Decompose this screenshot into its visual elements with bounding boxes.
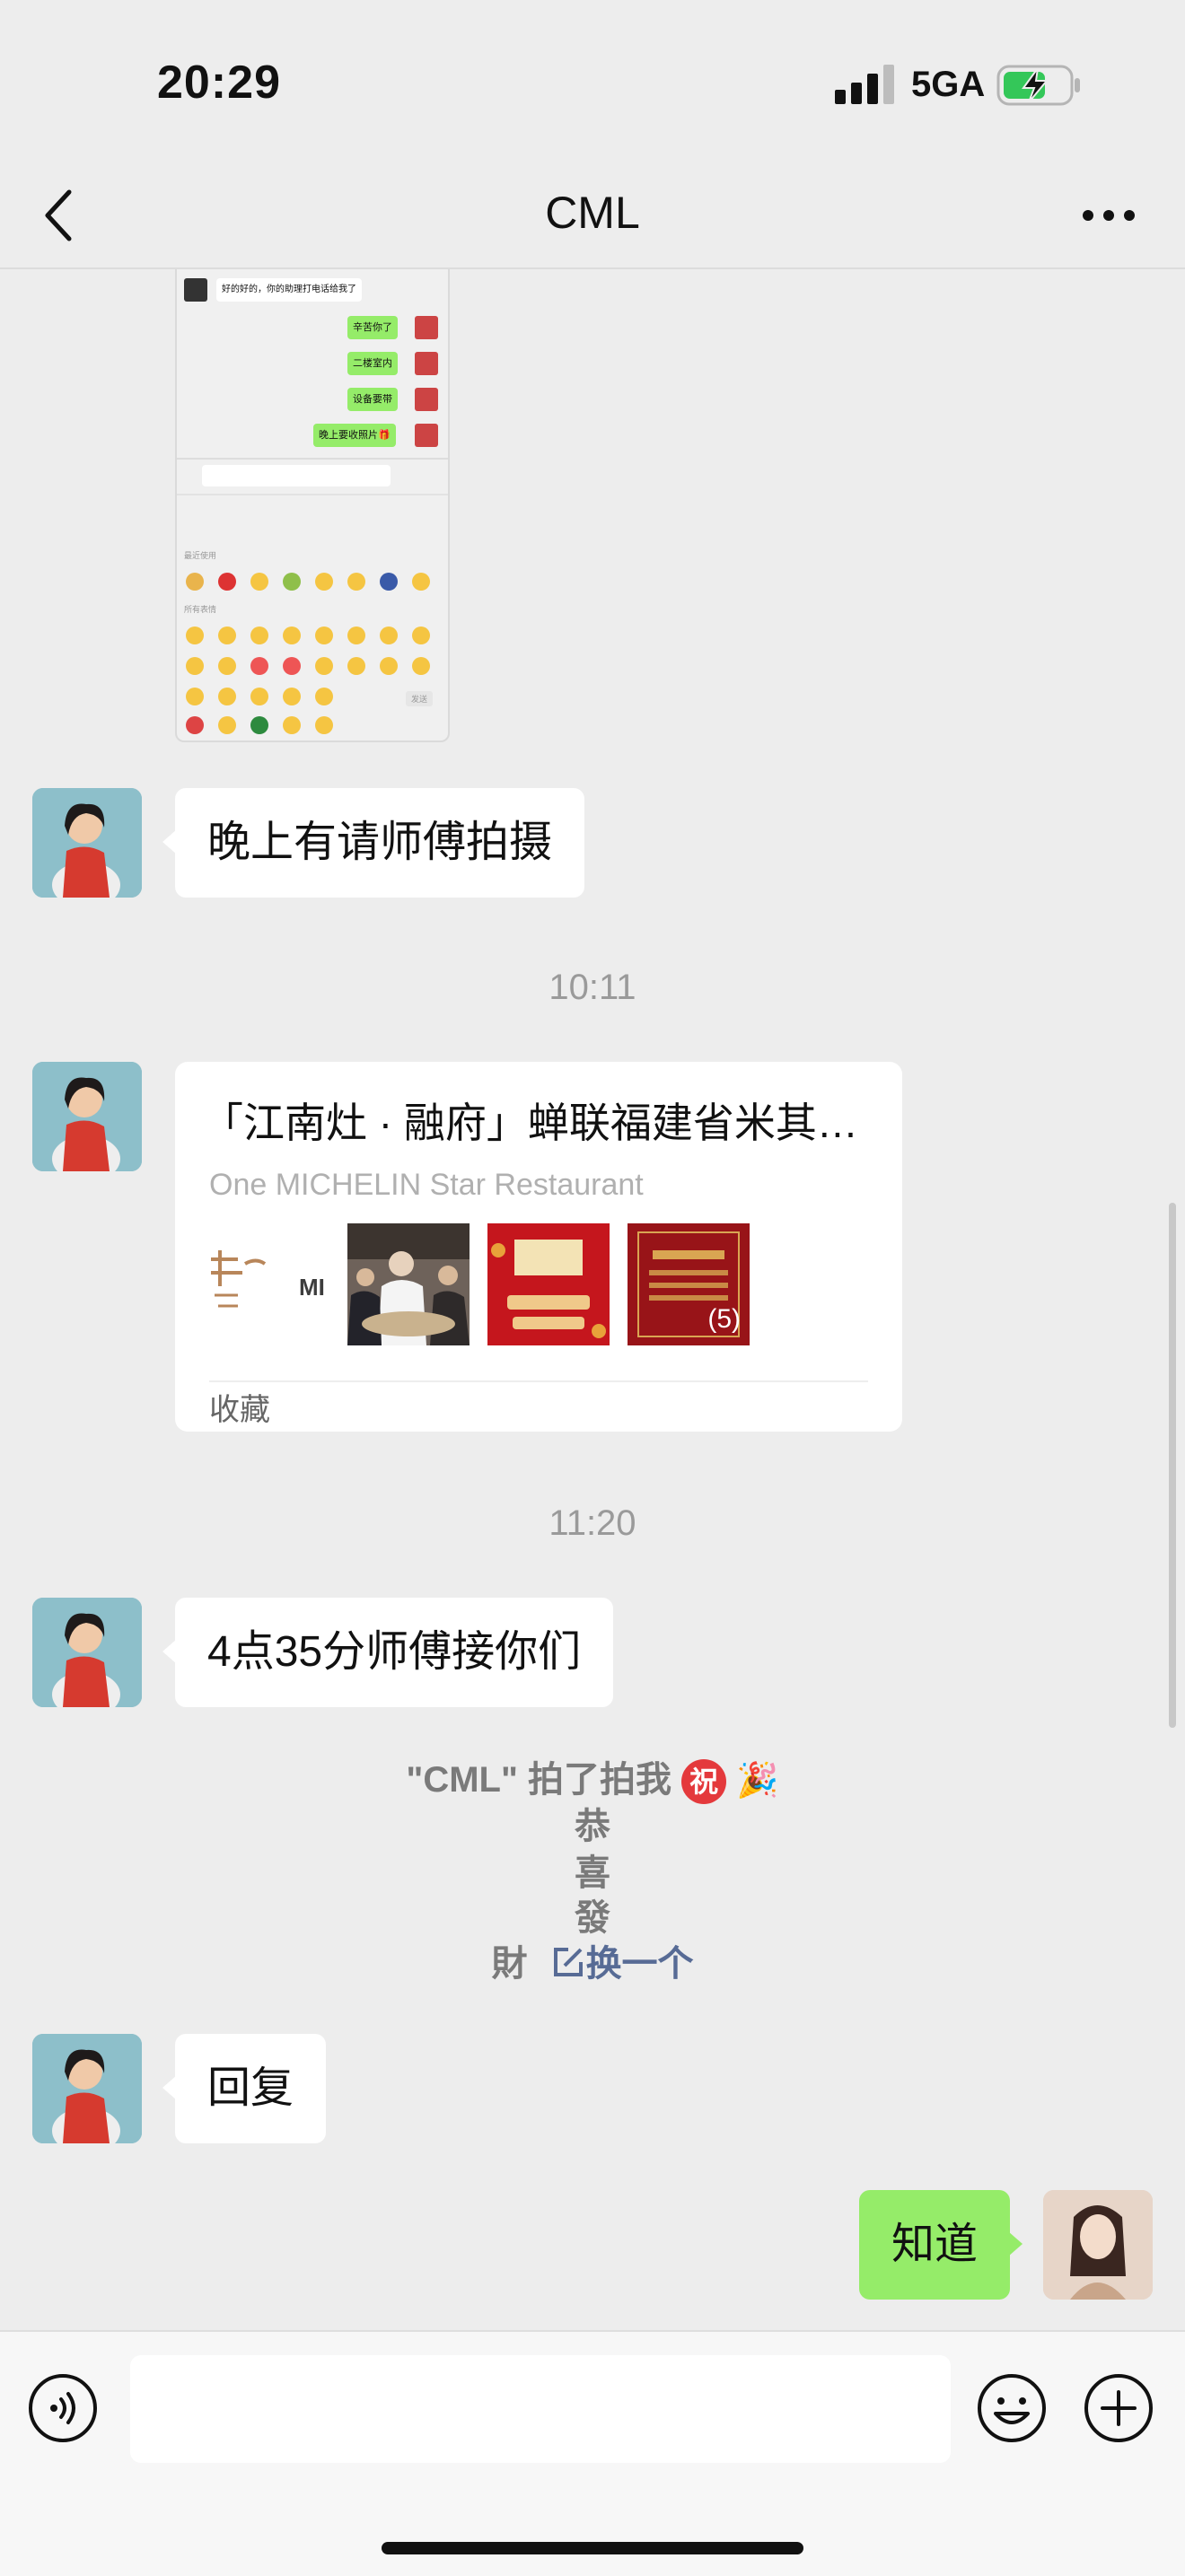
contact-avatar[interactable] — [32, 788, 142, 898]
avatar-portrait — [1043, 2190, 1153, 2300]
card-subtitle: One MICHELIN Star Restaurant — [209, 1168, 644, 1202]
mini-message: 辛苦你了 — [347, 316, 398, 339]
mini-recent-label: 最近使用 — [184, 551, 217, 560]
change-pat-link[interactable]: 换一个 — [550, 1944, 694, 1984]
change-pat-label: 换一个 — [585, 1944, 694, 1984]
card-thumbnail-poster — [487, 1223, 610, 1345]
more-options-icon[interactable] — [1077, 197, 1140, 233]
emoji-icon[interactable] — [976, 2372, 1048, 2444]
card-thumbnail-menu: (5) — [628, 1223, 750, 1345]
message-input[interactable] — [130, 2355, 951, 2463]
mini-divider — [177, 458, 448, 460]
timestamp: 10:11 — [549, 968, 636, 1007]
pat-line: 發 — [575, 1898, 610, 1938]
pat-line: 恭 — [575, 1807, 610, 1846]
mini-avatar — [415, 424, 438, 447]
signal-icon — [835, 65, 894, 104]
mini-avatar — [415, 316, 438, 339]
pat-text: "CML" 拍了拍我 — [406, 1760, 672, 1800]
mini-divider — [177, 494, 448, 495]
card-logo-text: MI — [299, 1274, 324, 1301]
input-bar — [0, 2330, 1185, 2576]
card-divider — [209, 1380, 868, 1382]
card-thumbnail-photo — [347, 1223, 470, 1345]
add-more-icon[interactable] — [1083, 2372, 1154, 2444]
avatar-portrait — [32, 1062, 142, 1171]
contact-avatar[interactable] — [32, 1598, 142, 1707]
message-bubble[interactable]: 晚上有请师傅拍摄 — [162, 788, 585, 898]
mini-all-label: 所有表情 — [184, 605, 217, 614]
mini-message: 二楼室内 — [347, 352, 398, 375]
screenshot-image-message[interactable]: 好的好的，你的助理打电话给我了 辛苦你了 二楼室内 设备要带 晚上要收照片🎁 最… — [175, 269, 450, 742]
favorite-card-message[interactable]: 「江南灶 · 融府」蝉联福建省米其林一星餐厅 One MICHELIN Star… — [175, 1062, 902, 1432]
mini-avatar — [184, 278, 207, 302]
my-message-bubble[interactable]: 知道 — [858, 2190, 1023, 2300]
my-avatar[interactable] — [1043, 2190, 1153, 2300]
party-emoji: 🎉 — [736, 1762, 779, 1800]
card-thumbnail-logo: MI — [202, 1223, 324, 1345]
status-time: 20:29 — [157, 57, 281, 109]
card-more-count: (5) — [707, 1304, 741, 1334]
avatar-portrait — [32, 788, 142, 898]
scrollbar[interactable] — [1169, 1203, 1176, 1728]
mini-avatar — [415, 352, 438, 375]
contact-avatar[interactable] — [32, 1062, 142, 1171]
mini-message: 好的好的，你的助理打电话给我了 — [216, 278, 362, 302]
timestamp: 11:20 — [549, 1503, 636, 1543]
navigation-bar: CML — [0, 162, 1185, 269]
pat-last-line: 財 换一个 — [0, 1934, 1185, 1986]
avatar-portrait — [32, 2034, 142, 2143]
network-type: 5GA — [911, 65, 986, 104]
chat-title: CML — [545, 188, 640, 238]
mini-message: 晚上要收照片🎁 — [313, 424, 396, 447]
message-bubble[interactable]: 4点35分师傅接你们 — [162, 1598, 614, 1707]
mini-send-label: 发送 — [406, 691, 434, 706]
mini-avatar — [415, 388, 438, 411]
card-title: 「江南灶 · 融府」蝉联福建省米其林一星餐厅 — [202, 1100, 875, 1146]
contact-avatar[interactable] — [32, 2034, 142, 2143]
battery-charging-icon — [996, 65, 1080, 106]
avatar-portrait — [32, 1598, 142, 1707]
pat-line: 財 — [491, 1944, 528, 1984]
voice-input-icon[interactable] — [27, 2372, 99, 2444]
mini-input — [202, 465, 391, 486]
mini-message: 设备要带 — [347, 388, 398, 411]
message-bubble[interactable]: 回复 — [162, 2034, 327, 2143]
card-source-label: 收藏 — [209, 1393, 270, 1427]
edit-icon — [553, 1948, 583, 1976]
home-indicator[interactable] — [382, 2542, 803, 2554]
